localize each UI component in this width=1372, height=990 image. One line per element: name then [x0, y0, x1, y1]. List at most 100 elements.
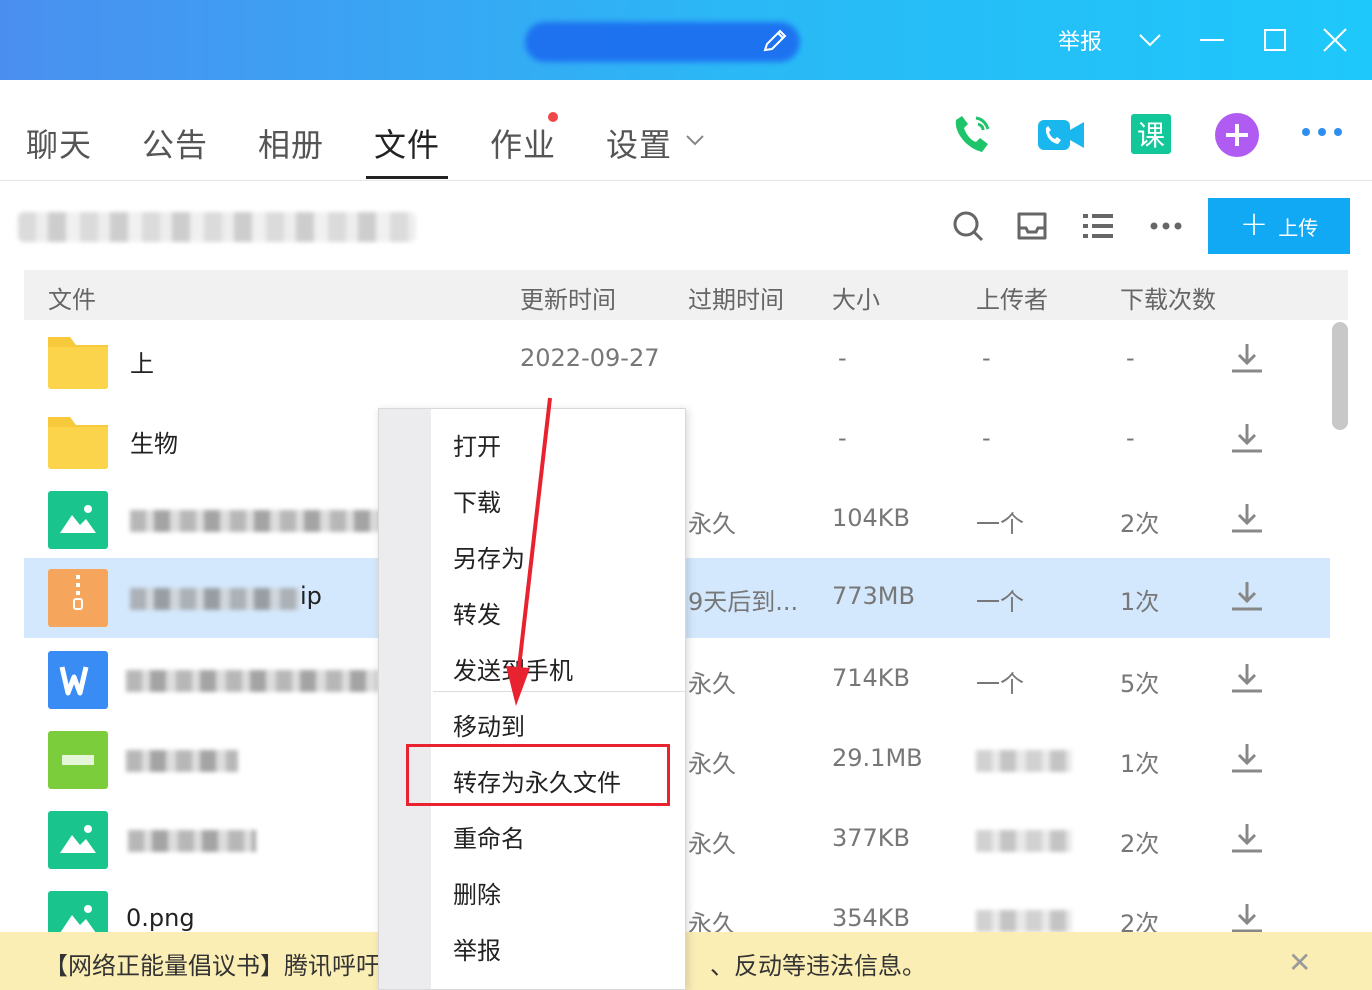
more-icon[interactable]: [1298, 112, 1348, 158]
uploader-redacted: [976, 910, 1072, 932]
size: -: [838, 424, 847, 452]
expiry: 永久: [688, 750, 736, 778]
menu-item-download[interactable]: 下载: [453, 483, 501, 518]
toolbar-more-icon[interactable]: [1148, 208, 1184, 244]
size: 773MB: [832, 582, 915, 610]
title-bar: 举报: [0, 0, 1372, 80]
download-icon[interactable]: [1229, 660, 1265, 696]
menu-item-rename[interactable]: 重命名: [453, 819, 525, 854]
download-icon[interactable]: [1229, 740, 1265, 776]
file-name: 生物: [130, 430, 178, 458]
tab-announcements[interactable]: 公告: [142, 120, 208, 166]
breadcrumb: [18, 212, 416, 242]
downloads: 2次: [1120, 510, 1160, 538]
header-downloads[interactable]: 下载次数: [1120, 280, 1216, 315]
size: -: [838, 344, 847, 372]
image-file-icon: [48, 811, 108, 869]
size: 29.1MB: [832, 744, 923, 772]
tab-chat[interactable]: 聊天: [26, 120, 92, 166]
notice-text-end: 、反动等违法信息。: [710, 952, 926, 980]
downloads: 2次: [1120, 830, 1160, 858]
lesson-icon[interactable]: 课: [1126, 112, 1176, 158]
menu-item-forward[interactable]: 转发: [453, 595, 501, 630]
downloads: 1次: [1120, 750, 1160, 778]
size: 104KB: [832, 504, 911, 532]
list-view-icon[interactable]: [1080, 208, 1116, 244]
menu-item-open[interactable]: 打开: [453, 427, 501, 462]
menu-item-report[interactable]: 举报: [453, 931, 501, 966]
uploader: -: [982, 424, 991, 452]
download-icon[interactable]: [1229, 420, 1265, 456]
minimize-icon[interactable]: [1192, 22, 1232, 58]
red-arrow-annotation: [506, 397, 552, 706]
menu-item-delete[interactable]: 删除: [453, 875, 501, 910]
uploader: 一个: [976, 670, 1024, 698]
updated-time: 2022-09-27: [520, 344, 660, 372]
folder-icon: [48, 417, 108, 469]
video-call-icon[interactable]: [1036, 112, 1086, 158]
notice-bar: 【网络正能量倡议书】腾讯呼吁 、反动等违法信息。 ✕: [0, 932, 1372, 990]
phone-call-icon[interactable]: [948, 112, 998, 158]
green-file-icon: [48, 731, 108, 789]
header-updated[interactable]: 更新时间: [520, 280, 616, 315]
tab-settings[interactable]: 设置: [606, 120, 672, 166]
scrollbar-thumb[interactable]: [1332, 322, 1348, 430]
download-icon[interactable]: [1229, 900, 1265, 936]
upload-label: 上传: [1278, 215, 1319, 240]
word-file-icon: [48, 651, 108, 709]
zip-file-icon: [48, 569, 108, 627]
close-icon[interactable]: [1315, 22, 1355, 58]
downloads: 1次: [1120, 588, 1160, 616]
file-name: ip: [300, 582, 322, 610]
uploader-redacted: [976, 830, 1072, 852]
download-icon[interactable]: [1229, 340, 1265, 376]
file-name: 上: [130, 350, 154, 378]
file-name-redacted: [130, 588, 300, 610]
folder-icon: [48, 337, 108, 389]
uploader-redacted: [976, 750, 1072, 772]
expiry: 9天后到...: [688, 588, 799, 616]
file-name-redacted: [126, 750, 238, 772]
download-icon[interactable]: [1229, 820, 1265, 856]
upload-button[interactable]: + 上传: [1208, 198, 1350, 254]
uploader: 一个: [976, 510, 1024, 538]
maximize-icon[interactable]: [1255, 22, 1295, 58]
tab-homework[interactable]: 作业: [490, 120, 556, 166]
file-name-redacted: [130, 510, 382, 532]
file-name: 0.png: [126, 904, 195, 932]
download-icon[interactable]: [1229, 578, 1265, 614]
uploader: 一个: [976, 588, 1024, 616]
notice-text-start: 【网络正能量倡议书】腾讯呼吁: [44, 952, 380, 980]
downloads: 5次: [1120, 670, 1160, 698]
uploader: -: [982, 344, 991, 372]
downloads: -: [1126, 424, 1135, 452]
chevron-down-icon[interactable]: [1130, 22, 1170, 58]
header-uploader[interactable]: 上传者: [976, 280, 1048, 315]
add-app-icon[interactable]: [1212, 112, 1262, 158]
download-icon[interactable]: [1229, 500, 1265, 536]
header-name[interactable]: 文件: [48, 280, 96, 315]
size: 377KB: [832, 824, 911, 852]
image-file-icon: [48, 491, 108, 549]
svg-text:课: 课: [1137, 119, 1165, 152]
edit-icon[interactable]: [760, 26, 790, 56]
table-header: 文件 更新时间 过期时间 大小 上传者 下载次数: [24, 270, 1348, 320]
tab-files[interactable]: 文件: [374, 120, 440, 166]
table-row[interactable]: 上 2022-09-27 - - -: [24, 320, 1330, 400]
header-size[interactable]: 大小: [832, 280, 880, 315]
report-button[interactable]: 举报: [1058, 24, 1102, 56]
search-icon[interactable]: [950, 208, 986, 244]
inbox-icon[interactable]: [1014, 208, 1050, 244]
expiry: 永久: [688, 670, 736, 698]
highlight-box: [406, 744, 670, 806]
expiry: 永久: [688, 830, 736, 858]
size: 354KB: [832, 904, 911, 932]
context-menu-gutter: [379, 409, 431, 989]
header-expiry[interactable]: 过期时间: [688, 280, 784, 315]
settings-chevron-icon[interactable]: [684, 132, 706, 148]
expiry: 永久: [688, 510, 736, 538]
close-icon[interactable]: ✕: [1288, 946, 1311, 979]
downloads: -: [1126, 344, 1135, 372]
tab-album[interactable]: 相册: [258, 120, 324, 166]
group-title: [525, 22, 800, 62]
